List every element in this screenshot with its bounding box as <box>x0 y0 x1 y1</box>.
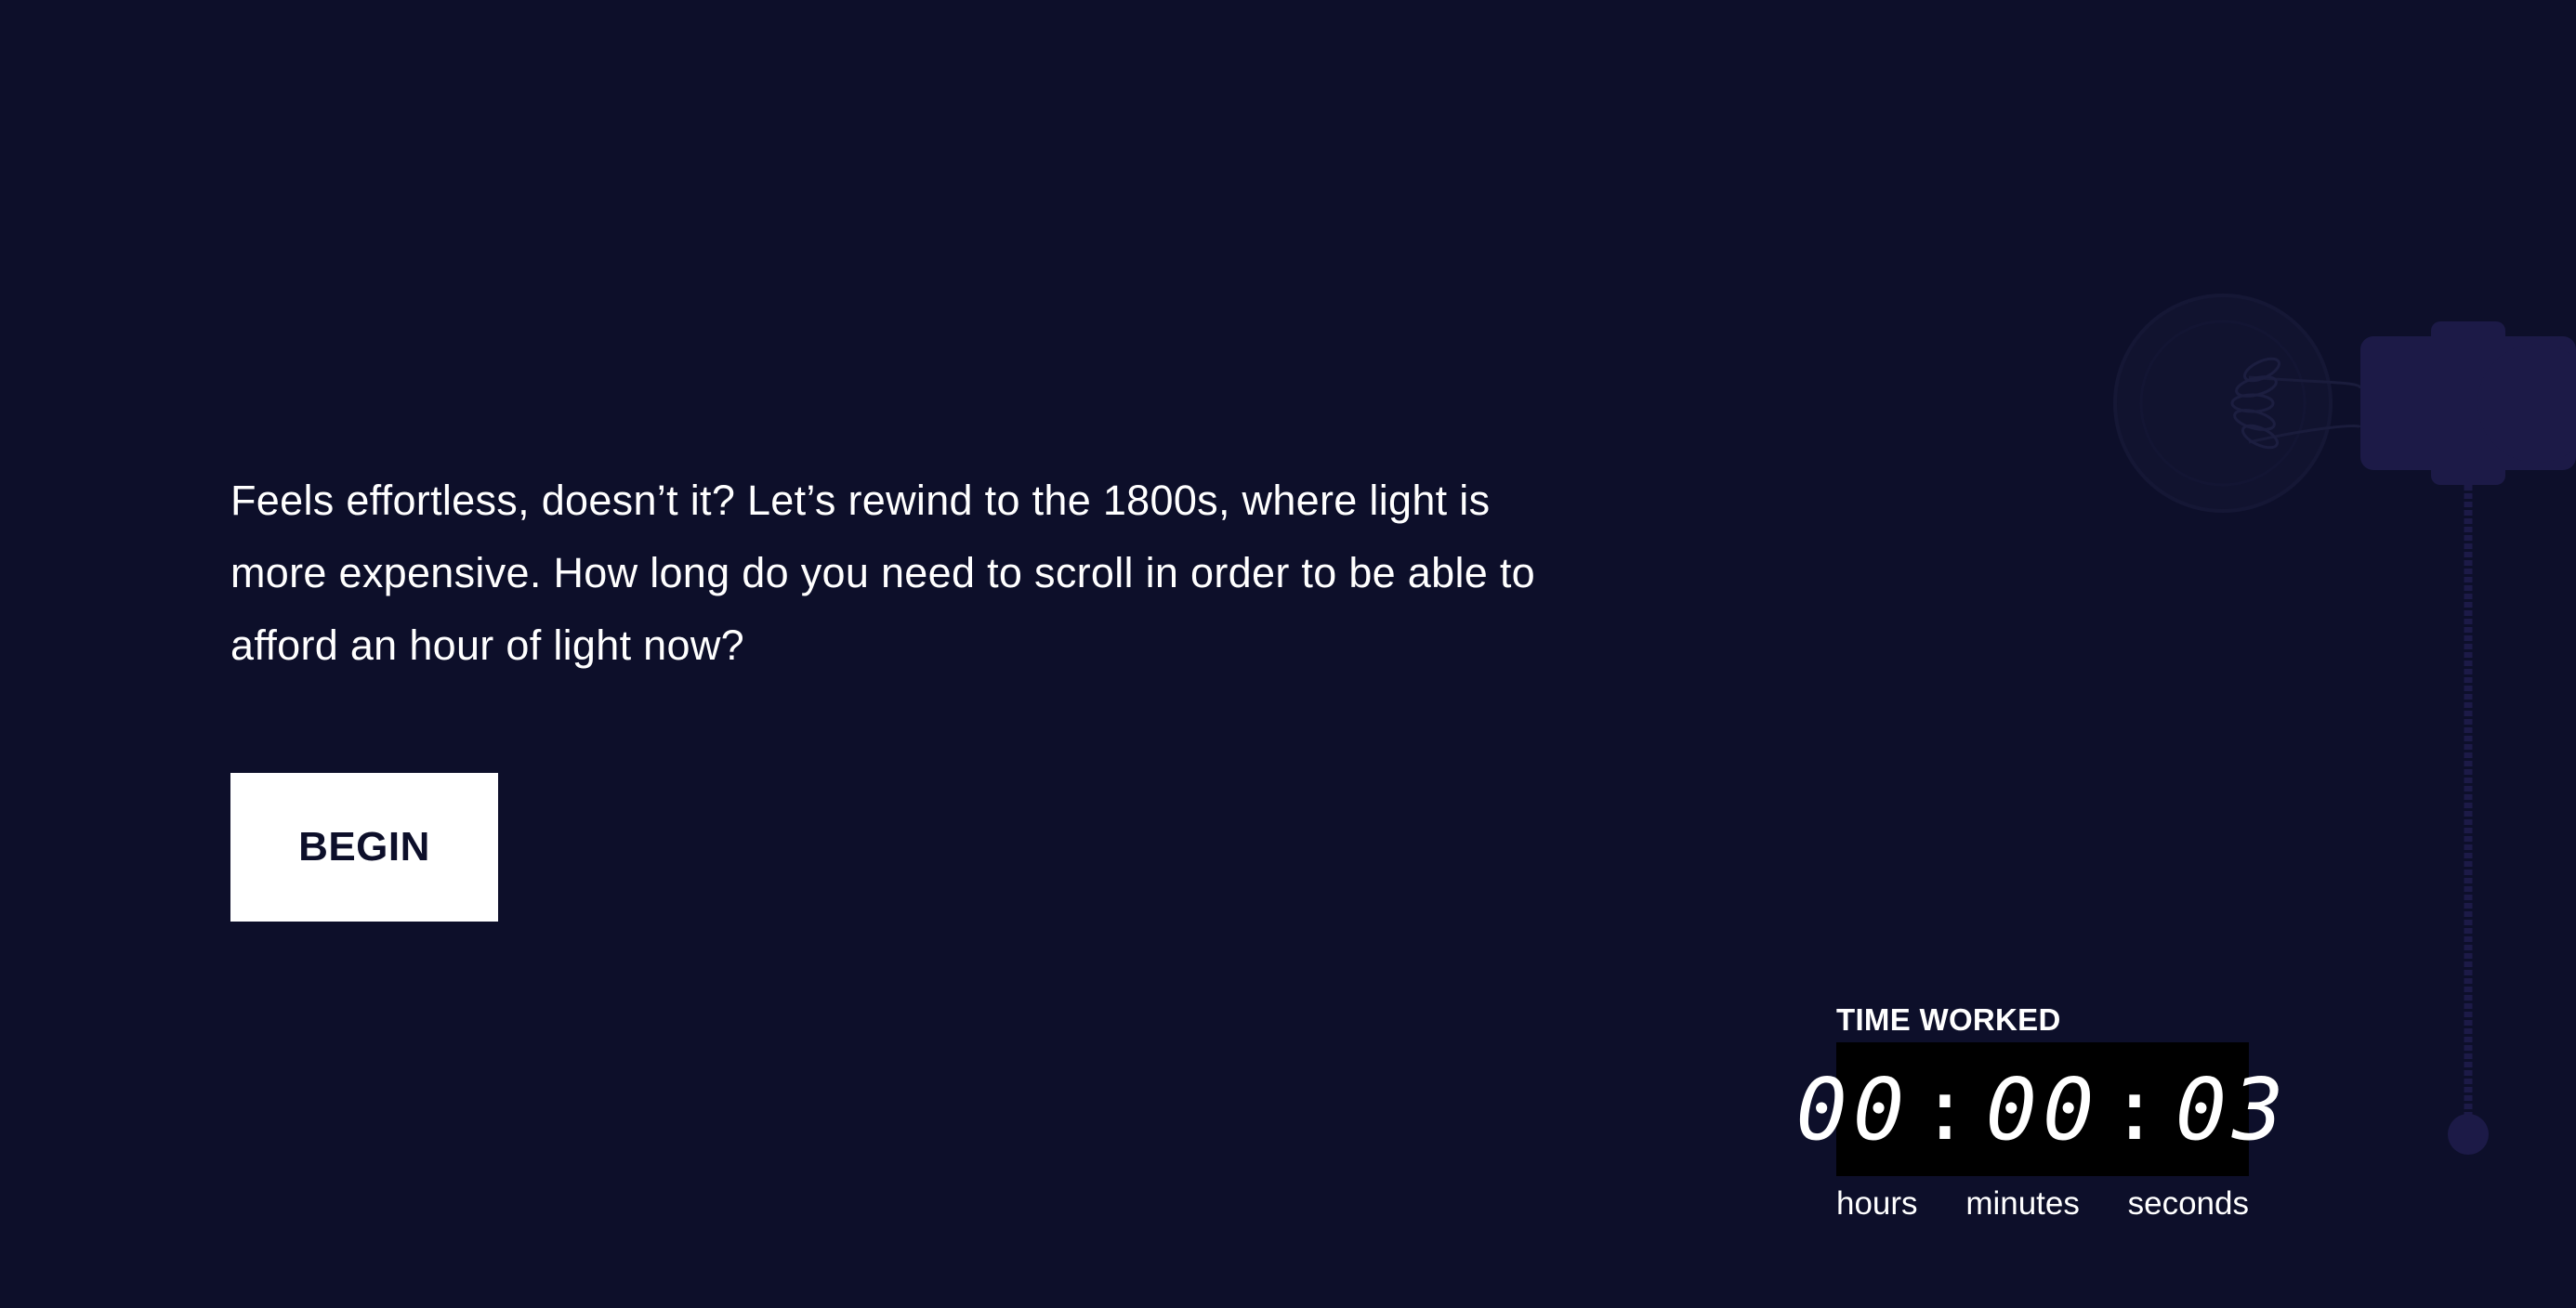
bulb-glass <box>2113 294 2333 513</box>
timer-units: hours minutes seconds <box>1836 1182 2249 1226</box>
timer-hours: 00 <box>1795 1059 1911 1159</box>
light-bulb-icon <box>2113 294 2576 1155</box>
unit-hours-label: hours <box>1836 1185 1918 1222</box>
page: Feels effortless, doesn’t it? Let’s rewi… <box>0 0 2576 1308</box>
timer-separator: : <box>1919 1059 1977 1159</box>
intro-text: Feels effortless, doesn’t it? Let’s rewi… <box>230 477 1536 669</box>
unit-seconds-label: seconds <box>2127 1185 2249 1222</box>
pull-chain-handle[interactable] <box>2448 1114 2489 1155</box>
unit-minutes-label: minutes <box>1965 1185 2080 1222</box>
begin-button[interactable]: BEGIN <box>230 773 498 922</box>
